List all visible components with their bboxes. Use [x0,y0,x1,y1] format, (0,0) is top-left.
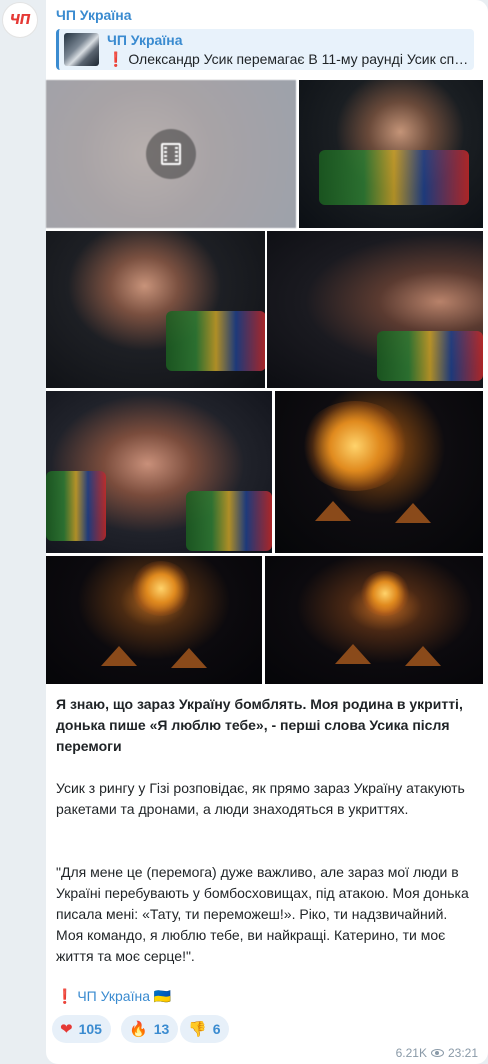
avatar-text: ЧП [9,12,31,28]
eye-icon [430,1049,444,1057]
message-time: 23:21 [447,1046,478,1060]
reaction-count: 13 [153,1021,170,1037]
belt-decoration [166,311,265,371]
belt-decoration [186,491,272,551]
heart-icon: ❤ [60,1019,73,1038]
belt-decoration [377,331,483,381]
media-video[interactable] [46,80,296,228]
message-meta: 6.21K 23:21 [396,1046,478,1060]
media-photo[interactable] [267,231,483,388]
reaction-count: 6 [212,1021,221,1037]
view-count: 6.21K [395,1046,427,1060]
media-photo[interactable] [275,391,483,553]
message-paragraph: "Для мене це (перемога) дуже важливо, ал… [56,864,469,964]
media-photo[interactable] [46,231,265,388]
exclamation-icon: ❗ [107,51,125,67]
reaction-fire[interactable]: 🔥 13 [121,1015,179,1043]
firework-decoration [131,561,191,616]
reaction-heart[interactable]: ❤ 105 [52,1015,111,1043]
firework-decoration [300,401,410,491]
pyramid-decoration [171,648,207,668]
fire-icon: 🔥 [129,1019,148,1038]
reply-title: ЧП Україна [107,32,183,48]
media-photo[interactable] [299,80,483,228]
belt-decoration [46,471,106,541]
pyramid-decoration [395,503,431,523]
message-title: Я знаю, що зараз Україну бомблять. Моя р… [56,696,463,754]
message-signature[interactable]: ❗ ЧП Україна 🇺🇦 [56,988,171,1005]
thumbs-down-icon: 👎 [188,1019,207,1038]
message-paragraph: Усик з рингу у Гізі розповідає, як прямо… [56,780,465,817]
media-photo[interactable] [46,556,262,684]
film-icon [161,143,181,165]
firework-decoration [360,571,410,616]
media-photo[interactable] [46,391,272,553]
pyramid-decoration [315,501,351,521]
pyramid-decoration [335,644,371,664]
message-bubble: ЧП Україна ЧП Україна ❗ Олександр Усик п… [46,0,488,1064]
reply-preview[interactable]: ЧП Україна ❗ Олександр Усик перемагає В … [56,29,474,70]
pyramid-decoration [101,646,137,666]
reply-text: ❗ Олександр Усик перемагає В 11-му раунд… [107,51,471,68]
reply-thumbnail [64,33,99,66]
video-play-button[interactable] [146,129,196,179]
channel-avatar[interactable]: ЧП [2,2,38,38]
reaction-count: 105 [78,1021,102,1037]
reaction-thumbs-down[interactable]: 👎 6 [180,1015,230,1043]
media-photo[interactable] [265,556,483,684]
belt-decoration [319,150,469,205]
signature-name: ЧП Україна 🇺🇦 [77,988,172,1004]
channel-name[interactable]: ЧП Україна [56,7,132,23]
pyramid-decoration [405,646,441,666]
exclamation-icon: ❗ [56,988,74,1004]
reply-snippet: Олександр Усик перемагає В 11-му раунді … [128,51,469,67]
